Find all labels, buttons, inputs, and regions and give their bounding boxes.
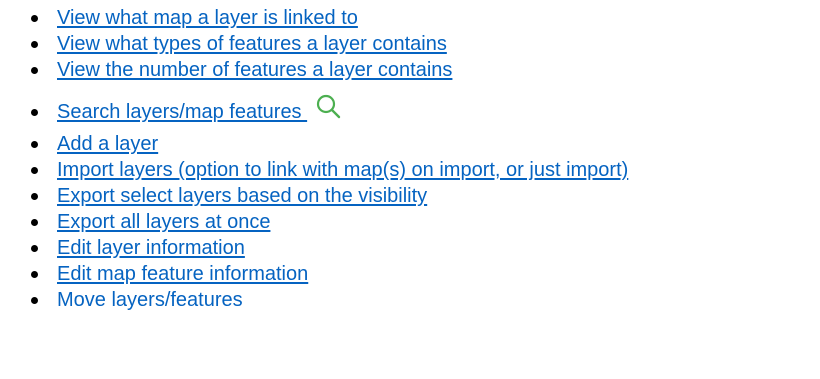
view-linked-map-link[interactable]: View what map a layer is linked to [57,6,358,30]
bullet [31,141,38,148]
search-icon[interactable] [315,93,343,121]
bullet [31,15,38,22]
export-all-layers-link[interactable]: Export all layers at once [57,210,270,234]
add-layer-link[interactable]: Add a layer [57,132,158,156]
edit-map-feature-info-link[interactable]: Edit map feature information [57,262,308,286]
bullet [31,193,38,200]
view-feature-count-link[interactable]: View the number of features a layer cont… [57,58,452,82]
bullet [31,167,38,174]
export-select-layers-link[interactable]: Export select layers based on the visibi… [57,184,427,208]
bullet [31,41,38,48]
search-layers-link[interactable]: Search layers/map features [57,100,307,124]
bullet [31,245,38,252]
import-layers-link[interactable]: Import layers (option to link with map(s… [57,158,628,182]
bullet [31,297,38,304]
view-feature-types-link[interactable]: View what types of features a layer cont… [57,32,447,56]
bullet [31,219,38,226]
bullet [31,109,38,116]
bullet [31,271,38,278]
edit-layer-info-link[interactable]: Edit layer information [57,236,245,260]
bullet [31,67,38,74]
move-layers-link[interactable]: Move layers/features [57,288,243,312]
